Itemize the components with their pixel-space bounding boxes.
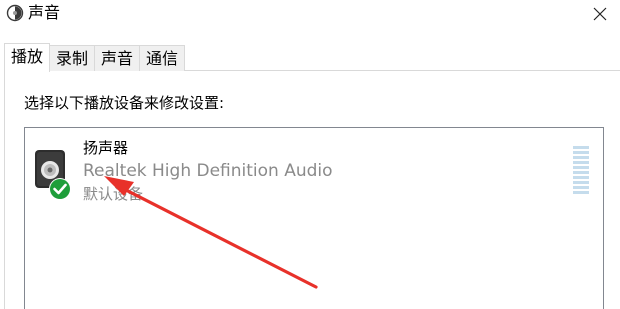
meter-bar: [573, 151, 589, 154]
device-name: 扬声器: [83, 139, 129, 157]
title-bar: 声音: [0, 0, 620, 30]
meter-bar: [573, 186, 589, 189]
meter-bar: [573, 191, 589, 194]
meter-bar: [573, 156, 589, 159]
close-button[interactable]: [580, 0, 620, 28]
device-item-speakers[interactable]: 扬声器 Realtek High Definition Audio 默认设备: [25, 136, 589, 203]
meter-bar: [573, 176, 589, 179]
meter-bar: [573, 171, 589, 174]
tab-bar: 播放 录制 声音 通信: [4, 43, 186, 72]
speaker-device-icon: [35, 150, 71, 200]
default-check-icon: [49, 178, 71, 200]
window-title: 声音: [28, 3, 61, 22]
meter-bar: [573, 166, 589, 169]
device-driver: Realtek High Definition Audio: [83, 161, 333, 181]
meter-bar: [573, 161, 589, 164]
sound-dialog: 声音 播放 录制 声音 通信 选择以下播放设备来修改设置: 扬声器 Realte…: [0, 0, 620, 309]
playback-device-list[interactable]: 扬声器 Realtek High Definition Audio 默认设备: [24, 127, 604, 309]
meter-bar: [573, 146, 589, 149]
meter-bar: [573, 181, 589, 184]
tab-playback[interactable]: 播放: [4, 43, 51, 72]
close-icon: [593, 7, 607, 21]
device-status: 默认设备: [83, 185, 144, 203]
tab-recording[interactable]: 录制: [49, 45, 96, 71]
speaker-icon: [6, 4, 24, 22]
playback-instruction: 选择以下播放设备来修改设置:: [24, 94, 225, 112]
volume-level-meter: [573, 146, 589, 194]
tab-communications[interactable]: 通信: [139, 45, 186, 71]
tab-sounds[interactable]: 声音: [94, 45, 141, 71]
